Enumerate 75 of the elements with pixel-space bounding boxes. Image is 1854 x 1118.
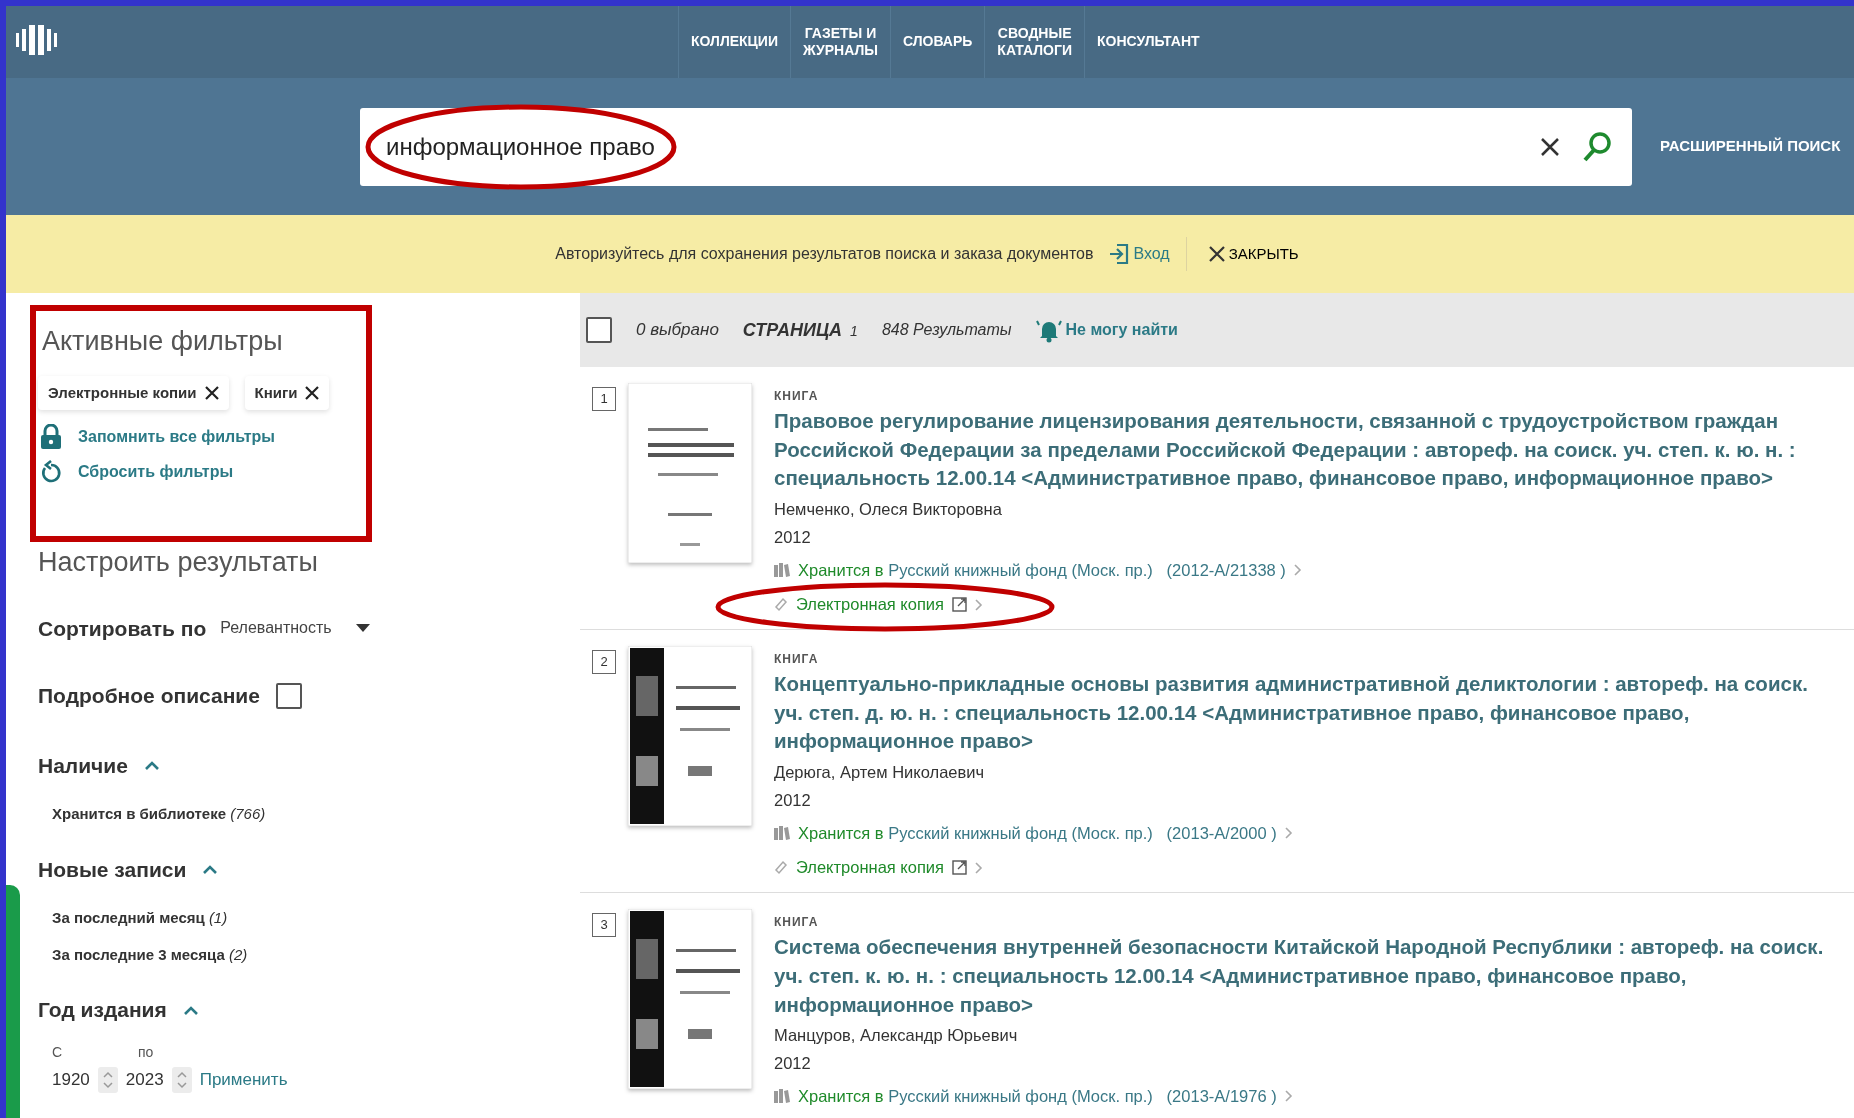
facet-option[interactable]: За последний месяц (1) [52, 907, 580, 930]
login-link[interactable]: Вход [1109, 242, 1170, 266]
checkbox[interactable] [275, 682, 302, 709]
lock-icon [40, 424, 62, 450]
caret-icon [355, 624, 370, 633]
year: 2012 [774, 1052, 812, 1074]
facet-heading: Новые записи [38, 856, 187, 883]
year-input[interactable]: 2023 [125, 1066, 192, 1093]
books-icon [774, 1089, 790, 1104]
chevron-right-icon [1284, 1090, 1293, 1103]
result-title[interactable]: Система обеспечения внутренней безопасности Китайской Народной Республики : автореф. на соиск. уч. степ. к. ю. н. : специальность 12.00.14 <Административное право, финансовое право, информационное право> [774, 933, 1834, 1020]
search-icon[interactable] [1582, 130, 1612, 163]
external-link-icon [952, 860, 968, 876]
chevron-right-icon [975, 598, 984, 611]
close-icon [1208, 246, 1225, 262]
item-type: КНИГА [774, 914, 820, 932]
year: 2012 [774, 789, 812, 811]
item-type: КНИГА [774, 388, 820, 405]
results-count: 848 Результаты [881, 320, 1012, 340]
sort-dropdown[interactable]: Релевантность [214, 615, 376, 642]
filter-action-link[interactable]: Запомнить все фильтры [40, 424, 580, 450]
reset-icon [40, 460, 62, 484]
remove-icon [305, 385, 320, 400]
chevron-icon[interactable] [202, 864, 219, 875]
search-field[interactable]: информационное право [360, 127, 1540, 166]
section-heading: Настроить результаты [38, 546, 319, 579]
filter-chip[interactable]: Электронные копии [38, 375, 229, 410]
result-number: 2 [592, 650, 616, 675]
apply-link[interactable]: Применить [199, 1066, 288, 1093]
books-icon [774, 826, 790, 840]
author: Манцуров, Александр Юрьевич [774, 1025, 1019, 1047]
external-link-icon [952, 597, 968, 613]
login-icon [1109, 243, 1130, 265]
chevron-right-icon [1284, 827, 1293, 839]
field-label: по [138, 1042, 154, 1062]
facet-option[interactable]: За последние 3 месяца (2) [52, 943, 580, 966]
cant-find-link[interactable]: Не могу найти [1035, 317, 1178, 343]
author: Дерюга, Артем Николаевич [774, 762, 986, 784]
filter-chip[interactable]: Книги [244, 375, 330, 410]
facet-heading: Наличие [38, 752, 128, 779]
result-title[interactable]: Концептуально-прикладные основы развития административной деликтологии : автореф. на соиск. уч. степ. д. ю. н. : специальность 12.00.14 <Административное право, финансовое право, информационное право> [774, 670, 1834, 757]
detail-label: Подробное описание [38, 683, 260, 709]
year: 2012 [774, 526, 812, 548]
advanced-search-link[interactable]: РАСШИРЕННЫЙ ПОИСК [1654, 134, 1847, 159]
field-label: С [52, 1042, 64, 1062]
select-all-checkbox[interactable] [586, 317, 612, 343]
author: Немченко, Олеся Викторовна [774, 499, 1003, 521]
stepper-icon[interactable] [171, 1066, 192, 1093]
facet-option[interactable]: Хранится в библиотеке (766) [52, 803, 580, 826]
holding-link[interactable]: Хранится в Русский книжный фонд (Моск. пр.) (2012-A/21338 ) [774, 557, 1834, 583]
holding-link[interactable]: Хранится в Русский книжный фонд (Моск. пр.) (2013-A/1976 ) [774, 1083, 1834, 1109]
item-type: КНИГА [774, 651, 820, 669]
books-icon [774, 562, 790, 577]
page-label: СТРАНИЦА [742, 318, 843, 342]
result-number: 3 [592, 913, 616, 938]
chevron-icon[interactable] [182, 1004, 199, 1015]
chevron-right-icon [1293, 563, 1302, 576]
stepper-icon[interactable] [97, 1066, 118, 1093]
banner-text: Авторизуйтесь для сохранения результатов поиска и заказа документов [555, 244, 1094, 264]
year-input[interactable]: 1920 [52, 1066, 118, 1093]
ecopy-link[interactable]: Электронная копия [774, 855, 984, 881]
section-heading: Активные фильтры [42, 325, 284, 358]
result-number: 1 [592, 387, 616, 411]
page-number: 1 [850, 321, 858, 341]
sort-label: Сортировать по [38, 615, 207, 642]
clear-icon[interactable] [1540, 136, 1560, 157]
close-button[interactable]: ЗАКРЫТЬ [1202, 241, 1305, 267]
selected-count: 0 выбрано [636, 319, 719, 342]
holding-link[interactable]: Хранится в Русский книжный фонд (Моск. пр.) (2013-A/2000 ) [774, 820, 1834, 846]
remove-icon [204, 385, 219, 400]
result-title[interactable]: Правовое регулирование лицензирования деятельности, связанной с трудоустройством граждан Российской Федерации за пределами Российской Федерации : автореф. на соиск. уч. степ. к. ю. н. : специальность 12.00.14 <Административное право, финансовое право, информационное право> [774, 407, 1834, 494]
filter-action-link[interactable]: Сбросить фильтры [40, 460, 580, 484]
chevron-right-icon [975, 861, 984, 874]
chevron-icon[interactable] [143, 760, 160, 771]
facet-heading: Год издания [38, 997, 167, 1023]
